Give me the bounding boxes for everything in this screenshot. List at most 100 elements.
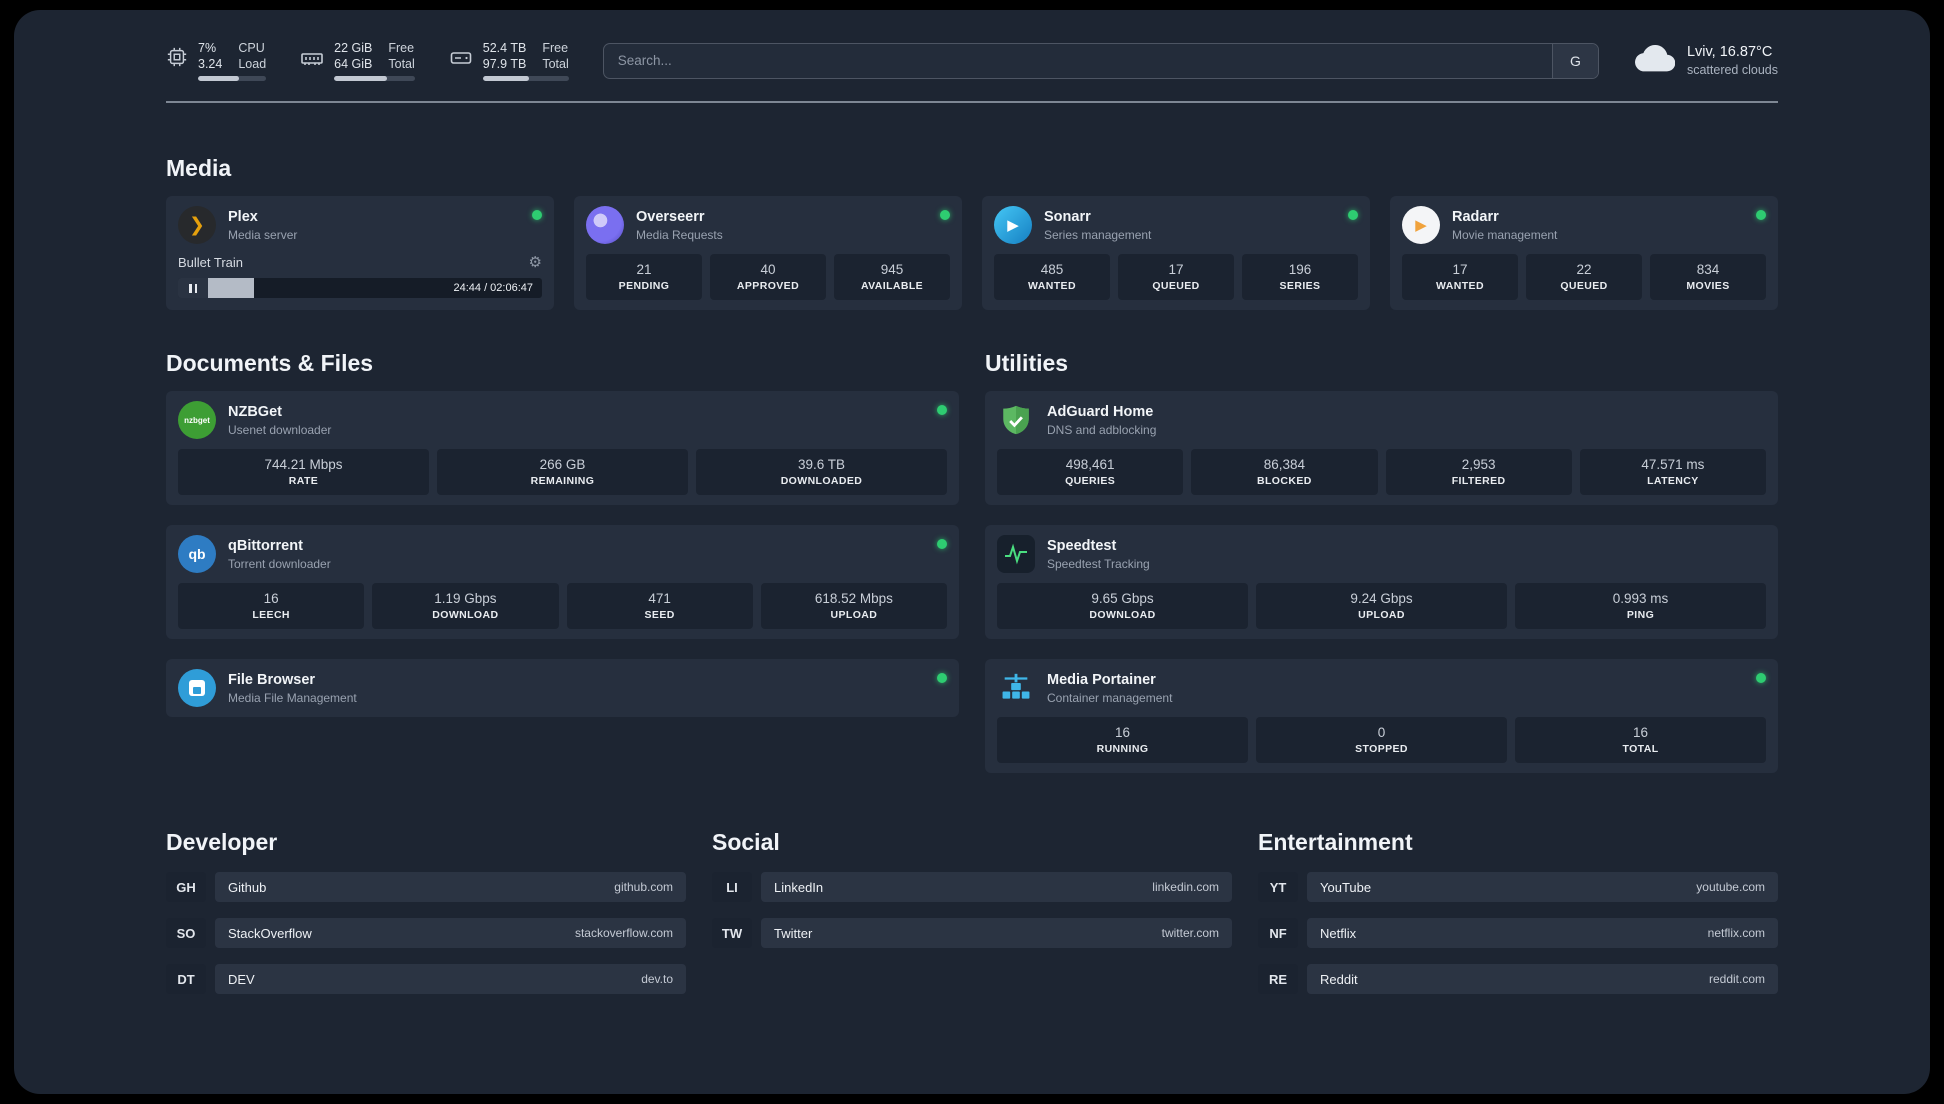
stat-tile: 22 QUEUED xyxy=(1526,254,1642,300)
card-speedtest: Speedtest Speedtest Tracking 9.65 Gbps D… xyxy=(985,525,1778,639)
bookmark-abbr: SO xyxy=(166,918,206,948)
bookmark-stackoverflow[interactable]: SO StackOverflow stackoverflow.com xyxy=(166,918,686,948)
nzbget-app-link[interactable]: nzbget NZBGet Usenet downloader xyxy=(178,401,947,439)
disk-widget: 52.4 TB 97.9 TB Free Total xyxy=(449,40,569,81)
radarr-app-link[interactable]: ▶ Radarr Movie management xyxy=(1402,206,1766,244)
stat-value: 9.24 Gbps xyxy=(1350,591,1413,606)
speedtest-desc: Speedtest Tracking xyxy=(1047,556,1150,571)
stat-label: PENDING xyxy=(618,280,670,292)
bookmark-youtube[interactable]: YT YouTube youtube.com xyxy=(1258,872,1778,902)
stat-value: 16 xyxy=(263,591,279,606)
bookmark-linkedin[interactable]: LI LinkedIn linkedin.com xyxy=(712,872,1232,902)
speedtest-app-link[interactable]: Speedtest Speedtest Tracking xyxy=(997,535,1766,573)
radarr-icon: ▶ xyxy=(1402,206,1440,244)
sonarr-app-link[interactable]: ▶ Sonarr Series management xyxy=(994,206,1358,244)
nzbget-name: NZBGet xyxy=(228,403,282,420)
stat-tile: 39.6 TB DOWNLOADED xyxy=(696,449,947,495)
card-portainer: Media Portainer Container management 16 … xyxy=(985,659,1778,773)
pause-button[interactable] xyxy=(178,278,208,298)
radarr-status-dot xyxy=(1756,210,1766,220)
stat-value: 22 xyxy=(1576,262,1592,277)
plex-app-link[interactable]: ❯ Plex Media server xyxy=(178,206,542,244)
filebrowser-app-link[interactable]: File Browser Media File Management xyxy=(178,669,947,707)
overseerr-app-link[interactable]: Overseerr Media Requests xyxy=(586,206,950,244)
bookmark-reddit[interactable]: RE Reddit reddit.com xyxy=(1258,964,1778,994)
bookmark-name: Twitter xyxy=(774,925,813,941)
adguard-app-link[interactable]: AdGuard Home DNS and adblocking xyxy=(997,401,1766,439)
nzbget-icon: nzbget xyxy=(178,401,216,439)
stat-label: BLOCKED xyxy=(1257,475,1312,487)
overseerr-desc: Media Requests xyxy=(636,227,723,242)
stat-value: 196 xyxy=(1288,262,1312,277)
bookmark-dev[interactable]: DT DEV dev.to xyxy=(166,964,686,994)
bookmark-netflix[interactable]: NF Netflix netflix.com xyxy=(1258,918,1778,948)
qbittorrent-app-link[interactable]: qb qBittorrent Torrent downloader xyxy=(178,535,947,573)
bookmark-url: linkedin.com xyxy=(1152,880,1219,894)
ram-label-top: Free xyxy=(388,41,415,55)
bookmark-abbr: LI xyxy=(712,872,752,902)
disk-label-bottom: Total xyxy=(542,57,569,71)
search-provider-button[interactable]: G xyxy=(1551,43,1598,78)
gear-icon[interactable]: ⚙ xyxy=(529,253,542,271)
portainer-crane-icon xyxy=(997,669,1035,707)
bookmark-abbr: YT xyxy=(1258,872,1298,902)
nzbget-desc: Usenet downloader xyxy=(228,422,332,437)
bookmark-github[interactable]: GH Github github.com xyxy=(166,872,686,902)
plex-player-bar: 24:44 / 02:06:47 xyxy=(178,278,542,298)
sonarr-desc: Series management xyxy=(1044,227,1152,242)
portainer-app-link[interactable]: Media Portainer Container management xyxy=(997,669,1766,707)
stat-label: DOWNLOAD xyxy=(432,609,499,621)
section-title-social: Social xyxy=(712,829,780,855)
weather-condition: scattered clouds xyxy=(1686,62,1778,77)
radarr-name: Radarr xyxy=(1452,208,1499,225)
stat-label: PING xyxy=(1626,609,1655,621)
filebrowser-icon xyxy=(178,669,216,707)
bookmark-abbr: DT xyxy=(166,964,206,994)
adguard-desc: DNS and adblocking xyxy=(1047,422,1157,437)
card-sonarr: ▶ Sonarr Series management 485 WANTED 17… xyxy=(982,196,1370,310)
stat-label: SERIES xyxy=(1279,280,1321,292)
stat-label: LATENCY xyxy=(1647,475,1699,487)
stat-tile: 0 STOPPED xyxy=(1256,717,1507,763)
sonarr-name: Sonarr xyxy=(1044,208,1091,225)
plex-icon: ❯ xyxy=(178,206,216,244)
stat-tile: 2,953 FILTERED xyxy=(1385,449,1572,495)
ram-bar-fill xyxy=(334,76,388,81)
stat-value: 16 xyxy=(1632,725,1649,740)
topbar: 7% 3.24 CPU Load 22 GiB 64 GiB Free Tota… xyxy=(166,40,1778,81)
stat-tile: 618.52 Mbps UPLOAD xyxy=(760,583,947,629)
stat-tile: 945 AVAILABLE xyxy=(834,254,950,300)
disk-label-top: Free xyxy=(542,41,569,55)
qbittorrent-status-dot xyxy=(937,539,947,549)
stat-tile: 9.65 Gbps DOWNLOAD xyxy=(997,583,1248,629)
bookmark-name: Netflix xyxy=(1320,925,1357,941)
bookmarks-entertainment: Entertainment YT YouTube youtube.com NF … xyxy=(1258,829,1778,994)
ram-bar xyxy=(334,76,415,81)
cpu-bar xyxy=(198,76,267,81)
stat-value: 16 xyxy=(1114,725,1131,740)
bookmark-abbr: GH xyxy=(166,872,206,902)
stat-tile: 834 MOVIES xyxy=(1650,254,1766,300)
card-qbittorrent: qb qBittorrent Torrent downloader 16 LEE… xyxy=(166,525,959,639)
stat-tile: 196 SERIES xyxy=(1242,254,1358,300)
stat-value: 498,461 xyxy=(1065,457,1115,472)
nzbget-status-dot xyxy=(937,405,947,415)
ram-free: 22 GiB xyxy=(334,41,373,55)
stat-value: 471 xyxy=(648,591,671,606)
stat-label: AVAILABLE xyxy=(860,280,924,292)
card-nzbget: nzbget NZBGet Usenet downloader 744.21 M… xyxy=(166,391,959,505)
stat-label: QUEUED xyxy=(1560,280,1608,292)
plex-name: Plex xyxy=(228,208,258,225)
search-input[interactable] xyxy=(603,43,1552,78)
cloud-icon xyxy=(1635,43,1676,78)
weather-widget: Lviv, 16.87°C scattered clouds xyxy=(1635,43,1778,79)
adguard-name: AdGuard Home xyxy=(1047,403,1154,420)
section-title-entertainment: Entertainment xyxy=(1258,829,1413,855)
stat-label: STOPPED xyxy=(1355,743,1408,755)
stat-value: 834 xyxy=(1696,262,1720,277)
plex-progress-track xyxy=(208,278,444,298)
bookmark-url: netflix.com xyxy=(1707,926,1765,940)
media-grid: ❯ Plex Media server Bullet Train ⚙ 24:44… xyxy=(166,196,1778,310)
stat-value: 744.21 Mbps xyxy=(264,457,343,472)
bookmark-twitter[interactable]: TW Twitter twitter.com xyxy=(712,918,1232,948)
